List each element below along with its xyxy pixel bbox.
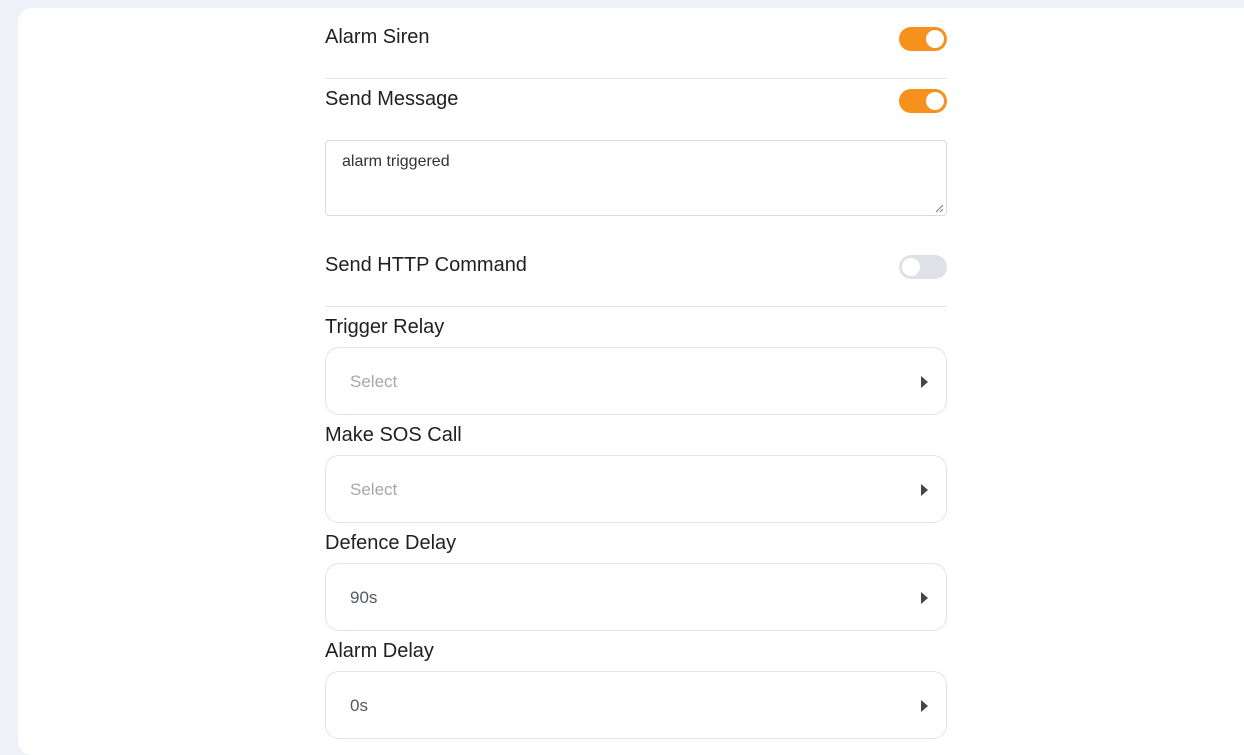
alarm-delay-label: Alarm Delay [325,640,434,662]
alarm-siren-label: Alarm Siren [325,26,430,48]
send-http-label: Send HTTP Command [325,254,527,276]
alarm-siren-toggle[interactable] [899,27,947,51]
send-message-row: Send Message [325,88,947,116]
toggle-knob [926,92,944,110]
divider [325,306,947,307]
send-http-row: Send HTTP Command [325,254,947,282]
send-message-label: Send Message [325,88,459,110]
resize-grip-icon[interactable] [934,203,944,213]
chevron-right-icon [921,700,928,712]
divider [325,78,947,79]
chevron-right-icon [921,484,928,496]
defence-delay-value: 90s [350,588,378,607]
alarm-delay-value: 0s [350,696,368,715]
sos-call-label: Make SOS Call [325,424,462,446]
alarm-delay-select[interactable]: 0s [325,671,947,739]
message-textarea[interactable]: alarm triggered [325,140,947,216]
toggle-knob [902,258,920,276]
trigger-relay-label: Trigger Relay [325,316,445,338]
toggle-knob [926,30,944,48]
trigger-relay-select[interactable]: Select [325,347,947,415]
sos-call-value: Select [350,480,398,499]
chevron-right-icon [921,592,928,604]
chevron-right-icon [921,376,928,388]
defence-delay-select[interactable]: 90s [325,563,947,631]
send-http-toggle[interactable] [899,255,947,279]
message-text: alarm triggered [342,153,450,170]
alarm-siren-row: Alarm Siren [325,26,947,54]
sos-call-select[interactable]: Select [325,455,947,523]
defence-delay-label: Defence Delay [325,532,457,554]
send-message-toggle[interactable] [899,89,947,113]
trigger-relay-value: Select [350,372,398,391]
